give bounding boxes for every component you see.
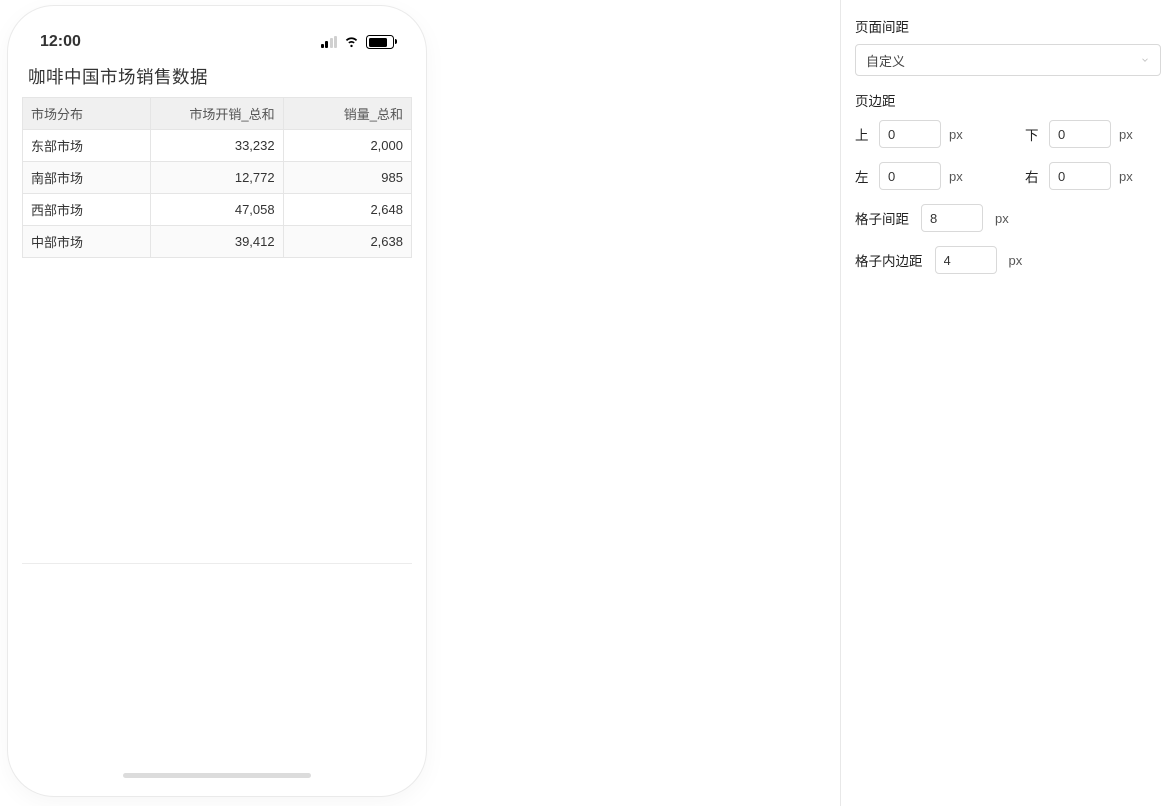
table-header[interactable]: 市场开销_总和: [151, 98, 283, 130]
tabbar-divider: [22, 563, 412, 564]
table-cell[interactable]: 12,772: [151, 162, 283, 194]
margin-bottom-input[interactable]: [1049, 120, 1111, 148]
unit-px: px: [949, 169, 963, 184]
cellular-icon: [321, 36, 338, 48]
unit-px: px: [1119, 127, 1133, 142]
page-content: 咖啡中国市场销售数据 市场分布 市场开销_总和 销量_总和: [18, 58, 416, 258]
main-preview-area: 12:00 咖啡中国市场销售数据: [0, 0, 840, 806]
page-margin-label: 页边距: [855, 90, 1161, 110]
margin-top-label: 上: [855, 124, 871, 144]
margin-left-input[interactable]: [879, 162, 941, 190]
margin-right-input[interactable]: [1049, 162, 1111, 190]
unit-px: px: [1119, 169, 1133, 184]
phone-frame: 12:00 咖啡中国市场销售数据: [8, 6, 426, 796]
table-cell[interactable]: 西部市场: [23, 194, 151, 226]
table-row: 中部市场 39,412 2,638: [23, 226, 412, 258]
page-title: 咖啡中国市场销售数据: [22, 62, 412, 97]
table-cell[interactable]: 985: [283, 162, 411, 194]
unit-px: px: [995, 211, 1009, 226]
data-table: 市场分布 市场开销_总和 销量_总和 东部市场 33,232 2,000: [22, 97, 412, 258]
grid-gap-input[interactable]: [921, 204, 983, 232]
table-cell[interactable]: 中部市场: [23, 226, 151, 258]
phone-screen: 12:00 咖啡中国市场销售数据: [18, 16, 416, 786]
margin-left-label: 左: [855, 166, 871, 186]
status-icons: [321, 34, 395, 51]
battery-icon: [366, 35, 394, 49]
table-cell[interactable]: 39,412: [151, 226, 283, 258]
home-indicator: [123, 773, 311, 778]
margin-right-label: 右: [1025, 166, 1041, 186]
table-cell[interactable]: 33,232: [151, 130, 283, 162]
settings-panel: 页面间距 自定义 页边距 上 px 下 px 左: [840, 0, 1175, 806]
table-cell[interactable]: 2,000: [283, 130, 411, 162]
status-time: 12:00: [40, 33, 81, 51]
unit-px: px: [949, 127, 963, 142]
page-spacing-select[interactable]: 自定义: [855, 44, 1161, 76]
chevron-down-icon: [1140, 53, 1150, 68]
grid-padding-input[interactable]: [935, 246, 997, 274]
table-row: 西部市场 47,058 2,648: [23, 194, 412, 226]
table-cell[interactable]: 南部市场: [23, 162, 151, 194]
margin-bottom-label: 下: [1025, 124, 1041, 144]
table-header[interactable]: 市场分布: [23, 98, 151, 130]
page-spacing-label: 页面间距: [855, 16, 1161, 36]
table-cell[interactable]: 47,058: [151, 194, 283, 226]
table-row: 南部市场 12,772 985: [23, 162, 412, 194]
table-cell[interactable]: 2,638: [283, 226, 411, 258]
margin-top-input[interactable]: [879, 120, 941, 148]
page-spacing-value: 自定义: [866, 51, 905, 70]
grid-gap-label: 格子间距: [855, 208, 909, 228]
table-row: 东部市场 33,232 2,000: [23, 130, 412, 162]
wifi-icon: [343, 34, 360, 51]
table-header[interactable]: 销量_总和: [283, 98, 411, 130]
grid-padding-label: 格子内边距: [855, 250, 923, 270]
table-header-row: 市场分布 市场开销_总和 销量_总和: [23, 98, 412, 130]
table-cell[interactable]: 2,648: [283, 194, 411, 226]
table-cell[interactable]: 东部市场: [23, 130, 151, 162]
unit-px: px: [1009, 253, 1023, 268]
status-bar: 12:00: [18, 16, 416, 58]
